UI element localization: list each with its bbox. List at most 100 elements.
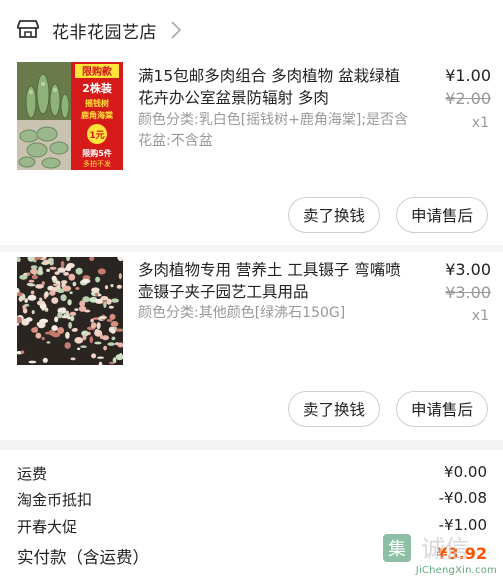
gravel-pebble — [109, 313, 116, 320]
gravel-pebble — [69, 311, 77, 316]
gravel-pebble — [90, 322, 97, 329]
gravel-pebble — [22, 304, 27, 310]
gravel-pebble — [57, 311, 63, 319]
gravel-pebble — [97, 268, 106, 275]
watermark-mark: 集 — [388, 539, 406, 560]
gravel-pebble — [28, 283, 36, 287]
gravel-pebble — [111, 298, 119, 303]
gravel-pebble — [64, 342, 71, 349]
gravel-pebble — [27, 296, 36, 301]
product-thumbnail[interactable]: 限购款 2株装 摇钱树 鹿角海棠 1元 限购5件 多拍不发 — [17, 62, 123, 170]
product-price: ¥1.00 — [445, 66, 491, 85]
coin-deduction-value: -¥0.08 — [438, 489, 487, 507]
gravel-pebble — [101, 335, 110, 341]
gravel-pebble — [19, 274, 28, 280]
gravel-pebble — [35, 284, 44, 289]
product-thumbnail[interactable] — [17, 257, 123, 365]
product-price: ¥3.00 — [445, 260, 491, 279]
gravel-pebble — [65, 265, 72, 272]
order-item[interactable]: 多肉植物专用 营养土 工具镊子 弯嘴喷壶镊子夹子园艺工具用品 颜色分类:其他颜色… — [0, 252, 503, 440]
gravel-pebble — [99, 333, 103, 340]
gravel-pebble — [33, 326, 38, 333]
gravel-pebble — [30, 268, 38, 275]
gravel-pebble — [90, 318, 94, 323]
gravel-pebble — [28, 360, 37, 364]
gravel-pebble — [46, 268, 50, 272]
gravel-pebble — [74, 308, 79, 311]
gravel-pebble — [42, 357, 48, 363]
gravel-pebble — [68, 321, 72, 329]
gravel-pebble — [51, 275, 57, 281]
gravel-pebble — [82, 334, 87, 341]
total-paid-label: 实付款（含运费） — [17, 548, 149, 567]
watermark-url: JiChengXin.com — [415, 565, 497, 576]
sell-for-cash-button[interactable]: 卖了换钱 — [288, 197, 380, 233]
coin-deduction-label: 淘金币抵扣 — [17, 491, 93, 509]
limit-text: 限购5件 — [82, 148, 112, 158]
gravel-pebble — [39, 318, 49, 324]
order-summary: 运费 ¥0.00 淘金币抵扣 -¥0.08 开春大促 -¥1.00 实付款（含运… — [0, 450, 503, 580]
badge-count-text: 2株装 — [82, 81, 112, 95]
after-sales-button[interactable]: 申请售后 — [396, 197, 488, 233]
gravel-pebble — [98, 316, 108, 319]
gravel-pebble — [72, 281, 77, 287]
shop-name[interactable]: 花非花园艺店 — [52, 18, 157, 43]
gravel-pebble — [103, 345, 107, 351]
zeolite-gravel-image — [17, 257, 123, 365]
product-sku: 颜色分类:乳白色[摇钱树+鹿角海棠];是否含花盆:不含盆 — [138, 112, 409, 149]
coin-deduction-row: 淘金币抵扣 -¥0.08 — [0, 489, 503, 511]
gravel-pebble — [24, 298, 28, 303]
gravel-pebble — [39, 297, 43, 301]
gravel-pebble — [74, 337, 84, 344]
gravel-pebble — [77, 347, 81, 351]
product-title[interactable]: 多肉植物专用 营养土 工具镊子 弯嘴喷壶镊子夹子园艺工具用品 — [138, 259, 413, 303]
freight-row: 运费 ¥0.00 — [0, 463, 503, 485]
gravel-pebble — [113, 327, 118, 330]
sell-for-cash-button[interactable]: 卖了换钱 — [288, 391, 380, 427]
gravel-pebble — [67, 299, 72, 306]
gravel-pebble — [41, 336, 45, 341]
order-detail-page: 花非花园艺店 限购款 2株装 摇钱树 鹿角海棠 1元 限购5件 多拍不发 满15… — [0, 0, 503, 580]
promotion-label: 开春大促 — [17, 518, 78, 536]
gravel-pebble — [44, 291, 49, 298]
shop-header[interactable]: 花非花园艺店 — [0, 0, 503, 60]
gravel-pebble — [63, 313, 71, 317]
freight-label: 运费 — [17, 465, 48, 483]
gravel-pebble — [108, 305, 114, 309]
gravel-pebble — [71, 328, 78, 332]
gravel-pebble — [68, 273, 76, 281]
gravel-pebble — [18, 296, 23, 302]
order-item[interactable]: 限购款 2株装 摇钱树 鹿角海棠 1元 限购5件 多拍不发 满15包邮多肉组合 … — [0, 60, 503, 245]
tag-deer-horn-text: 鹿角海棠 — [81, 110, 114, 120]
gravel-pebble — [75, 267, 83, 275]
freight-value: ¥0.00 — [444, 463, 487, 481]
gravel-pebble — [30, 265, 38, 270]
gravel-pebble — [30, 290, 35, 295]
gravel-pebble — [104, 285, 109, 290]
gravel-pebble — [108, 326, 114, 333]
gravel-pebble — [118, 353, 123, 359]
gravel-pebble — [96, 322, 101, 330]
after-sales-button[interactable]: 申请售后 — [396, 391, 488, 427]
gravel-pebble — [31, 310, 35, 315]
gravel-pebble — [95, 298, 103, 304]
gravel-pebble — [31, 274, 38, 280]
gravel-pebble — [95, 276, 101, 283]
gravel-pebble — [111, 336, 116, 341]
product-original-price: ¥2.00 — [445, 89, 491, 108]
gravel-pebble — [110, 284, 114, 288]
gravel-pebble — [94, 341, 102, 345]
gravel-pebble — [60, 294, 67, 302]
shop-icon — [17, 20, 39, 38]
gravel-pebble — [75, 287, 80, 290]
gravel-pebble — [51, 297, 59, 304]
gravel-pebble — [91, 287, 100, 293]
gravel-pebble — [47, 285, 55, 291]
gravel-pebble — [80, 345, 87, 348]
gravel-pebble — [109, 361, 115, 365]
gravel-pebble — [54, 316, 59, 323]
gravel-pebble — [36, 322, 41, 326]
price-tag-text: 1元 — [89, 130, 104, 141]
gravel-pebble — [63, 272, 69, 276]
product-title[interactable]: 满15包邮多肉组合 多肉植物 盆栽绿植花卉办公室盆景防辐射 多肉 — [138, 65, 413, 109]
